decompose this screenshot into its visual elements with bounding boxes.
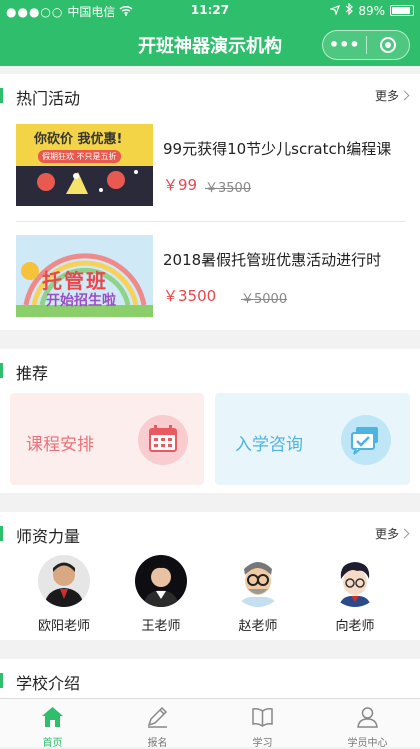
status-right: 89% xyxy=(329,2,414,18)
activity-thumbnail: 你砍价 我优惠! 假期狂欢 不只是五折 xyxy=(16,124,153,206)
battery-icon xyxy=(390,5,414,16)
activity-old-price: ￥3500 xyxy=(205,181,252,196)
user-icon xyxy=(356,706,379,728)
activity-item[interactable]: 托管班 开始招生啦 2018暑假托管班优惠活动进行时 ￥3500 ￥5000 xyxy=(16,235,406,323)
teacher-name: 向老师 xyxy=(335,619,375,634)
more-link[interactable]: 更多 xyxy=(374,525,410,542)
admission-consult-card[interactable]: 入学咨询 xyxy=(215,393,410,485)
activity-old-price: ￥5000 xyxy=(241,292,288,307)
chevron-right-icon xyxy=(399,90,410,101)
section-marker xyxy=(0,88,3,103)
thumb-headline: 你砍价 我优惠! xyxy=(34,132,123,147)
tab-study[interactable]: 学习 xyxy=(210,699,315,749)
hot-activities-section: 热门活动 更多 你砍价 我优惠! 假期狂欢 不只是五折 99元获得10节少儿sc… xyxy=(0,74,420,330)
teacher-card[interactable]: 王老师 xyxy=(126,555,196,634)
battery-percent: 89% xyxy=(358,3,385,18)
chat-check-icon xyxy=(341,415,391,465)
chevron-right-icon xyxy=(399,528,410,539)
teachers-header: 师资力量 更多 xyxy=(0,512,420,552)
mini-program-capsule: ••• xyxy=(322,30,410,60)
card-label: 入学咨询 xyxy=(235,435,303,455)
activity-name: 2018暑假托管班优惠活动进行时 xyxy=(163,251,382,269)
course-schedule-card[interactable]: 课程安排 xyxy=(10,393,204,485)
school-intro-section: 学校介绍 xyxy=(0,659,420,699)
pencil-icon xyxy=(146,706,169,728)
teacher-name: 赵老师 xyxy=(238,619,278,634)
activity-price: ￥99 xyxy=(163,176,198,194)
teacher-card[interactable]: 向老师 xyxy=(320,555,390,634)
section-title: 师资力量 xyxy=(16,527,81,546)
location-icon xyxy=(329,4,341,18)
tab-signup[interactable]: 报名 xyxy=(105,699,210,749)
more-link[interactable]: 更多 xyxy=(374,87,410,104)
list-divider xyxy=(16,221,406,222)
activity-price: ￥3500 xyxy=(163,287,217,305)
avatar xyxy=(329,555,381,607)
bluetooth-icon xyxy=(345,2,354,18)
thumb-tag: 开始招生啦 xyxy=(46,293,116,309)
hot-activities-header: 热门活动 更多 xyxy=(0,74,420,114)
section-marker xyxy=(0,363,3,378)
ellipsis-icon[interactable]: ••• xyxy=(323,31,366,59)
tab-student-center[interactable]: 学员中心 xyxy=(315,699,420,749)
more-label: 更多 xyxy=(374,89,399,103)
teacher-name: 欧阳老师 xyxy=(37,619,90,634)
avatar xyxy=(38,555,90,607)
teacher-name: 王老师 xyxy=(141,619,181,634)
section-title: 热门活动 xyxy=(16,89,81,108)
teacher-card[interactable]: 欧阳老师 xyxy=(29,555,99,634)
tab-home[interactable]: 首页 xyxy=(0,699,105,749)
avatar xyxy=(232,555,284,607)
calendar-icon xyxy=(138,415,188,465)
section-title: 学校介绍 xyxy=(16,674,81,693)
card-label: 课程安排 xyxy=(26,435,94,455)
status-bar: ●●●○○ 中国电信 11:27 89% xyxy=(0,0,420,22)
activity-name: 99元获得10节少儿scratch编程课 xyxy=(163,140,392,158)
section-title: 推荐 xyxy=(16,364,49,383)
thumb-tag: 假期狂欢 不只是五折 xyxy=(38,150,121,163)
nav-bar: 开班神器演示机构 ••• xyxy=(0,22,420,66)
recommend-header: 推荐 xyxy=(0,349,420,389)
home-icon xyxy=(41,706,64,728)
avatar xyxy=(135,555,187,607)
section-marker xyxy=(0,673,3,688)
section-marker xyxy=(0,526,3,541)
activity-item[interactable]: 你砍价 我优惠! 假期狂欢 不只是五折 99元获得10节少儿scratch编程课… xyxy=(16,124,406,212)
book-icon xyxy=(251,706,274,728)
more-label: 更多 xyxy=(374,527,399,541)
tab-bar: 首页 报名 学习 学员中心 xyxy=(0,698,420,749)
target-icon[interactable] xyxy=(366,37,409,53)
activity-thumbnail: 托管班 开始招生啦 xyxy=(16,235,153,317)
teacher-card[interactable]: 赵老师 xyxy=(223,555,293,634)
school-intro-header: 学校介绍 xyxy=(0,659,420,699)
